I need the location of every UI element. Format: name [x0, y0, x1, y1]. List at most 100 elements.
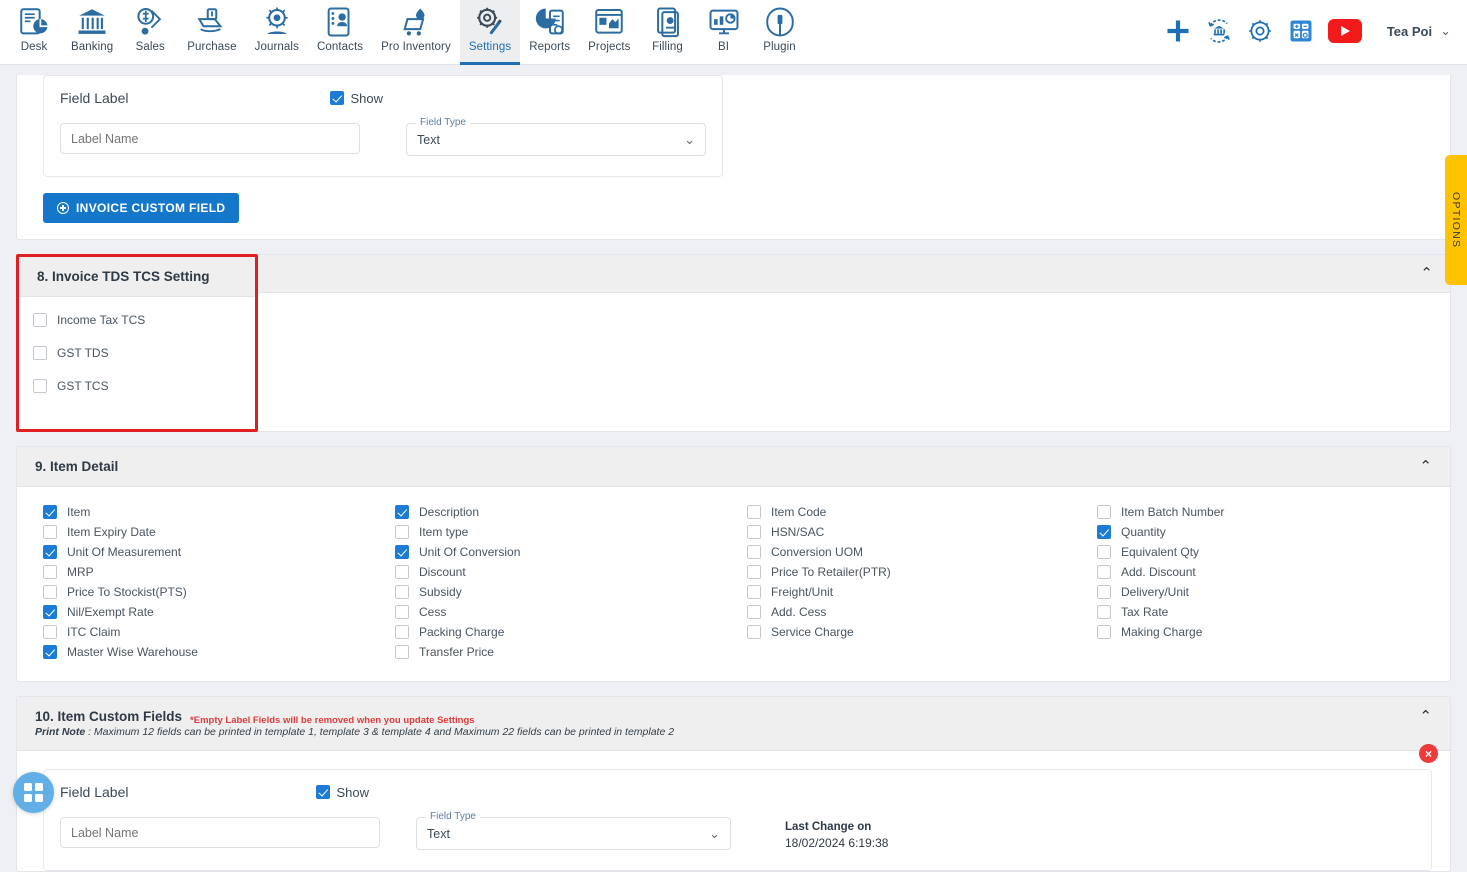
- nav-item-pro-inventory[interactable]: Pro Inventory: [372, 0, 460, 65]
- show-checkbox[interactable]: [330, 91, 344, 105]
- item-detail-option-row[interactable]: Master Wise Warehouse: [43, 645, 395, 659]
- item-detail-option-row[interactable]: Item: [43, 505, 395, 519]
- item-detail-option-row[interactable]: Conversion UOM: [747, 545, 1097, 559]
- checkbox[interactable]: [747, 505, 761, 519]
- item-detail-option-row[interactable]: Nil/Exempt Rate: [43, 605, 395, 619]
- item-detail-option-row[interactable]: Item type: [395, 525, 747, 539]
- checkbox[interactable]: [1097, 625, 1111, 639]
- section10-header[interactable]: 10. Item Custom Fields *Empty Label Fiel…: [17, 697, 1450, 751]
- nav-item-projects[interactable]: Projects: [579, 0, 639, 65]
- item-detail-option-row[interactable]: Price To Retailer(PTR): [747, 565, 1097, 579]
- nav-item-sales[interactable]: Sales: [122, 0, 178, 65]
- nav-item-desk[interactable]: Desk: [6, 0, 62, 65]
- checkbox[interactable]: [747, 545, 761, 559]
- nav-item-journals[interactable]: Journals: [246, 0, 308, 65]
- checkbox[interactable]: [1097, 605, 1111, 619]
- item-show-checkbox[interactable]: [316, 785, 330, 799]
- item-detail-option-row[interactable]: Cess: [395, 605, 747, 619]
- item-detail-option-row[interactable]: Equivalent Qty: [1097, 545, 1450, 559]
- options-side-tab[interactable]: OPTIONS: [1445, 155, 1467, 285]
- item-detail-option-row[interactable]: Tax Rate: [1097, 605, 1450, 619]
- item-detail-option-row[interactable]: Subsidy: [395, 585, 747, 599]
- checkbox[interactable]: [43, 545, 57, 559]
- checkbox[interactable]: [747, 605, 761, 619]
- item-detail-option-row[interactable]: Add. Discount: [1097, 565, 1450, 579]
- item-detail-option-row[interactable]: HSN/SAC: [747, 525, 1097, 539]
- item-detail-option-row[interactable]: Price To Stockist(PTS): [43, 585, 395, 599]
- gear-icon[interactable]: [1246, 17, 1274, 45]
- item-detail-option-row[interactable]: Item Code: [747, 505, 1097, 519]
- plus-icon[interactable]: [1164, 17, 1192, 45]
- checkbox[interactable]: [43, 625, 57, 639]
- item-detail-option-row[interactable]: Discount: [395, 565, 747, 579]
- section8-collapse-icon[interactable]: ⌃: [1420, 266, 1433, 281]
- item-detail-option-row[interactable]: Description: [395, 505, 747, 519]
- item-detail-option-row[interactable]: Delivery/Unit: [1097, 585, 1450, 599]
- item-detail-option-row[interactable]: Making Charge: [1097, 625, 1450, 639]
- item-detail-option-row[interactable]: ITC Claim: [43, 625, 395, 639]
- checkbox[interactable]: [395, 605, 409, 619]
- item-field-type-select[interactable]: Field Type Text ⌄: [416, 817, 731, 850]
- checkbox[interactable]: [33, 313, 47, 327]
- checkbox[interactable]: [1097, 585, 1111, 599]
- checkbox[interactable]: [395, 545, 409, 559]
- item-detail-option-row[interactable]: Add. Cess: [747, 605, 1097, 619]
- item-detail-option-row[interactable]: Quantity: [1097, 525, 1450, 539]
- checkbox[interactable]: [43, 585, 57, 599]
- youtube-icon[interactable]: [1328, 19, 1362, 43]
- checkbox[interactable]: [1097, 505, 1111, 519]
- section8-header[interactable]: 8. Invoice TDS TCS Setting: [19, 257, 255, 297]
- item-detail-option-row[interactable]: Item Batch Number: [1097, 505, 1450, 519]
- nav-item-banking[interactable]: Banking: [62, 0, 122, 65]
- section9-header[interactable]: 9. Item Detail ⌃: [17, 447, 1450, 487]
- add-invoice-custom-field-button[interactable]: INVOICE CUSTOM FIELD: [43, 193, 239, 223]
- section10-collapse-icon[interactable]: ⌃: [1419, 709, 1432, 724]
- checkbox[interactable]: [43, 565, 57, 579]
- user-menu[interactable]: Tea Poi ⌄: [1387, 23, 1451, 39]
- section9-collapse-icon[interactable]: ⌃: [1419, 459, 1432, 474]
- tds-tcs-option-row[interactable]: GST TCS: [33, 379, 255, 393]
- checkbox[interactable]: [395, 585, 409, 599]
- item-detail-option-row[interactable]: Item Expiry Date: [43, 525, 395, 539]
- apps-grid-fab-button[interactable]: [13, 772, 54, 813]
- item-detail-option-row[interactable]: Service Charge: [747, 625, 1097, 639]
- item-detail-option-row[interactable]: Freight/Unit: [747, 585, 1097, 599]
- checkbox[interactable]: [1097, 525, 1111, 539]
- checkbox[interactable]: [43, 525, 57, 539]
- item-detail-option-row[interactable]: Packing Charge: [395, 625, 747, 639]
- checkbox[interactable]: [1097, 565, 1111, 579]
- tds-tcs-option-row[interactable]: GST TDS: [33, 346, 255, 360]
- calculator-icon[interactable]: [1287, 17, 1315, 45]
- checkbox[interactable]: [747, 565, 761, 579]
- nav-item-bi[interactable]: BI: [696, 0, 752, 65]
- checkbox[interactable]: [33, 379, 47, 393]
- item-detail-option-row[interactable]: Transfer Price: [395, 645, 747, 659]
- label-name-input[interactable]: [60, 123, 360, 154]
- nav-item-contacts[interactable]: Contacts: [308, 0, 372, 65]
- nav-item-reports[interactable]: Reports: [520, 0, 579, 65]
- checkbox[interactable]: [395, 645, 409, 659]
- nav-item-settings[interactable]: Settings: [460, 0, 520, 65]
- item-detail-option-row[interactable]: Unit Of Measurement: [43, 545, 395, 559]
- checkbox[interactable]: [395, 525, 409, 539]
- show-toggle[interactable]: Show: [330, 91, 384, 106]
- checkbox[interactable]: [395, 505, 409, 519]
- tds-tcs-option-row[interactable]: Income Tax TCS: [33, 313, 255, 327]
- item-detail-option-row[interactable]: MRP: [43, 565, 395, 579]
- nav-item-purchase[interactable]: Purchase: [178, 0, 245, 65]
- checkbox[interactable]: [395, 565, 409, 579]
- nav-item-plugin[interactable]: Plugin: [752, 0, 808, 65]
- checkbox[interactable]: [747, 525, 761, 539]
- checkbox[interactable]: [1097, 545, 1111, 559]
- checkbox[interactable]: [395, 625, 409, 639]
- bank-sync-icon[interactable]: [1205, 17, 1233, 45]
- checkbox[interactable]: [747, 625, 761, 639]
- remove-item-custom-field-button[interactable]: ×: [1419, 744, 1438, 763]
- field-type-select[interactable]: Field Type Text ⌄: [406, 123, 706, 156]
- item-detail-option-row[interactable]: Unit Of Conversion: [395, 545, 747, 559]
- item-label-name-input[interactable]: [60, 817, 380, 848]
- checkbox[interactable]: [747, 585, 761, 599]
- nav-item-filling[interactable]: Filling: [640, 0, 696, 65]
- checkbox[interactable]: [43, 645, 57, 659]
- checkbox[interactable]: [33, 346, 47, 360]
